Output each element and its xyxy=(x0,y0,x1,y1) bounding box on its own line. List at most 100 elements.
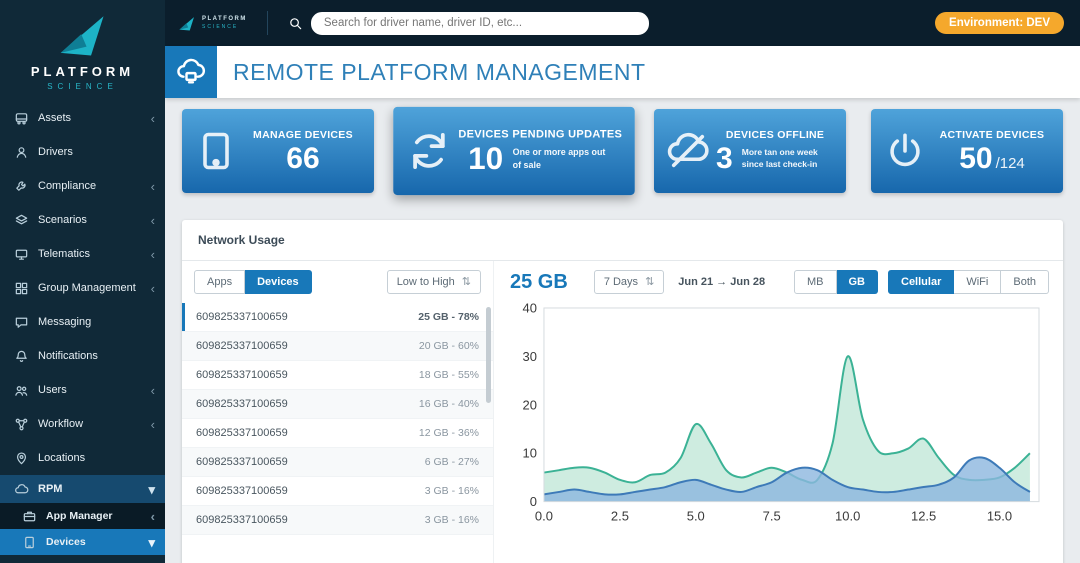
svg-text:0: 0 xyxy=(530,494,537,509)
device-row[interactable]: 609825337100659 25 GB - 78% xyxy=(182,303,493,332)
stat-card-manage-devices[interactable]: MANAGE DEVICES 66 xyxy=(182,109,374,193)
sidebar-item-users[interactable]: Users ‹ xyxy=(0,373,165,407)
environment-badge[interactable]: Environment: DEV xyxy=(935,12,1064,34)
device-row[interactable]: 609825337100659 3 GB - 16% xyxy=(182,477,493,506)
device-row[interactable]: 609825337100659 3 GB - 16% xyxy=(182,506,493,535)
cloud-device-icon xyxy=(165,46,217,98)
chevron-left-icon: ‹ xyxy=(150,246,155,262)
stat-card-subtitle: One or more apps out of sale xyxy=(512,146,606,170)
device-usage: 6 GB - 27% xyxy=(424,456,479,468)
notifications-icon xyxy=(14,349,29,364)
sidebar-item-label: Assets xyxy=(38,112,72,124)
sidebar-item-locations[interactable]: Locations xyxy=(0,441,165,475)
sort-arrows-icon: ⇅ xyxy=(461,275,471,288)
device-row[interactable]: 609825337100659 6 GB - 27% xyxy=(182,448,493,477)
device-row[interactable]: 609825337100659 18 GB - 55% xyxy=(182,361,493,390)
network-toggle-option-wifi[interactable]: WiFi xyxy=(954,270,1002,294)
locations-icon xyxy=(14,451,29,466)
sidebar-item-compliance[interactable]: Compliance ‹ xyxy=(0,169,165,203)
stat-card-subtitle: More tan one week since last check-in xyxy=(741,147,818,169)
sidebar-item-label: Compliance xyxy=(38,180,97,192)
stat-card-value: 50 xyxy=(959,141,993,175)
device-list: 609825337100659 25 GB - 78% 60982533710065… xyxy=(182,303,493,563)
sidebar-item-messaging[interactable]: Messaging xyxy=(0,305,165,339)
svg-text:15.0: 15.0 xyxy=(987,509,1012,524)
device-usage: 16 GB - 40% xyxy=(418,398,479,410)
cloud-offline-icon xyxy=(666,129,710,173)
device-row[interactable]: 609825337100659 12 GB - 36% xyxy=(182,419,493,448)
power-icon xyxy=(883,129,927,173)
device-usage: 18 GB - 55% xyxy=(418,369,479,381)
brand-name: PLATFORM xyxy=(30,64,135,79)
page-content: MANAGE DEVICES 66 DEVICES PENDING UPDATES 1… xyxy=(165,98,1080,563)
svg-text:10.0: 10.0 xyxy=(835,509,860,524)
stat-card-devices-pending-updates[interactable]: DEVICES PENDING UPDATES 10 One or more app… xyxy=(393,106,635,196)
sidebar-item-devices[interactable]: Devices ▾ xyxy=(0,529,165,555)
page-header: REMOTE PLATFORM MANAGEMENT xyxy=(165,46,1080,98)
device-id: 609825337100659 xyxy=(196,369,288,381)
unit-toggle-option-gb[interactable]: GB xyxy=(836,270,878,294)
device-usage: 3 GB - 16% xyxy=(424,485,479,497)
sort-dropdown[interactable]: Low to High ⇅ xyxy=(386,270,481,294)
stat-card-value: 3 xyxy=(716,141,733,175)
stat-cards-row: MANAGE DEVICES 66 DEVICES PENDING UPDATES 1… xyxy=(182,106,1063,196)
sidebar-item-rpm[interactable]: RPM ▾ xyxy=(0,475,165,503)
sidebar-item-assets[interactable]: Assets ‹ xyxy=(0,101,165,135)
app-manager-icon xyxy=(22,509,37,524)
sidebar-item-telematics[interactable]: Telematics ‹ xyxy=(0,237,165,271)
drivers-icon xyxy=(14,145,29,160)
sort-label: Low to High xyxy=(396,276,455,288)
device-row[interactable]: 609825337100659 20 GB - 60% xyxy=(182,332,493,361)
unit-toggle-option-mb[interactable]: MB xyxy=(794,270,837,294)
period-dropdown[interactable]: 7 Days ⇅ xyxy=(593,270,665,294)
device-usage: 3 GB - 16% xyxy=(424,514,479,526)
chevron-left-icon: ‹ xyxy=(150,508,155,524)
sidebar-item-label: App Manager xyxy=(46,510,113,522)
stat-card-title: DEVICES OFFLINE xyxy=(725,128,825,141)
device-row[interactable]: 609825337100659 16 GB - 40% xyxy=(182,390,493,419)
device-id: 609825337100659 xyxy=(196,427,288,439)
sidebar-item-group-management[interactable]: Group Management ‹ xyxy=(0,271,165,305)
device-list-column: Apps Devices Low to High ⇅ 60982533710065… xyxy=(182,261,494,563)
sidebar-item-app-manager[interactable]: App Manager ‹ xyxy=(0,503,165,529)
topbar-divider xyxy=(266,11,268,35)
stat-card-title: ACTIVATE DEVICES xyxy=(939,128,1045,141)
compliance-icon xyxy=(14,179,29,194)
network-toggle-option-both[interactable]: Both xyxy=(1001,270,1049,294)
rpm-icon xyxy=(14,482,29,497)
main-column: PLATFORM SCIENCE Environment: DEV REMOTE… xyxy=(165,0,1080,563)
view-toggle-option-devices[interactable]: Devices xyxy=(245,270,312,294)
sidebar-item-workflow[interactable]: Workflow ‹ xyxy=(0,407,165,441)
device-usage: 20 GB - 60% xyxy=(418,340,479,352)
users-icon xyxy=(14,383,29,398)
logo-triangle-icon xyxy=(60,16,104,56)
sidebar-item-label: RPM xyxy=(38,483,63,495)
topbar-brand-subname: SCIENCE xyxy=(202,23,239,30)
sidebar: PLATFORM SCIENCE Assets ‹ Drivers Complianc… xyxy=(0,0,165,563)
sidebar-item-notifications[interactable]: Notifications xyxy=(0,339,165,373)
sidebar-item-label: Telematics xyxy=(38,248,90,260)
workflow-icon xyxy=(14,417,29,432)
chevron-left-icon: ‹ xyxy=(150,416,155,432)
stat-card-devices-offline[interactable]: DEVICES OFFLINE 3 More tan one week since … xyxy=(654,109,847,193)
selected-usage-total: 25 GB xyxy=(510,270,568,293)
svg-text:12.5: 12.5 xyxy=(911,509,936,524)
unit-toggle: MB GB xyxy=(794,270,878,294)
chevron-left-icon: ‹ xyxy=(150,212,155,228)
svg-text:2.5: 2.5 xyxy=(611,509,629,524)
sidebar-item-scenarios[interactable]: Scenarios ‹ xyxy=(0,203,165,237)
view-toggle-option-apps[interactable]: Apps xyxy=(194,270,246,294)
sidebar-item-drivers[interactable]: Drivers xyxy=(0,135,165,169)
stat-card-activate-devices[interactable]: ACTIVATE DEVICES 50/124 xyxy=(871,109,1063,193)
brand-subname: SCIENCE xyxy=(47,82,118,91)
sync-icon xyxy=(406,128,452,174)
list-scrollbar[interactable] xyxy=(486,307,491,403)
panel-title: Network Usage xyxy=(182,220,1063,261)
sidebar-item-label: Users xyxy=(38,384,67,396)
network-toggle: Cellular WiFi Both xyxy=(888,270,1049,294)
search-input[interactable] xyxy=(310,11,649,35)
usage-chart-column: 25 GB 7 Days ⇅ Jun 21 → Jun 28 MB GB Cell… xyxy=(494,261,1063,563)
device-id: 609825337100659 xyxy=(196,456,288,468)
chevron-down-icon: ▾ xyxy=(148,481,155,497)
network-toggle-option-cellular[interactable]: Cellular xyxy=(888,270,955,294)
